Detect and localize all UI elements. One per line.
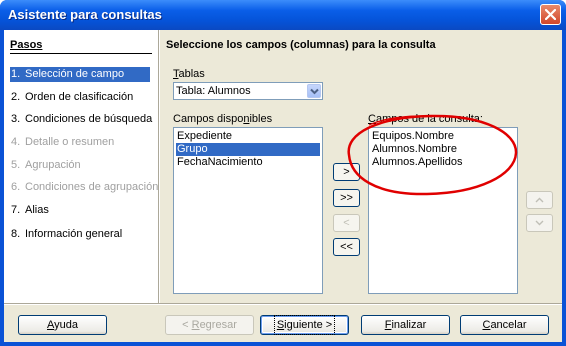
step-label: Alias bbox=[25, 204, 49, 216]
query-wizard-window: Asistente para consultas Pasos 1. Selecci… bbox=[0, 0, 566, 346]
step-label: Información general bbox=[25, 228, 123, 240]
step-item-detail-summary: 4. Detalle o resumen bbox=[10, 135, 150, 150]
step-item-field-selection[interactable]: 1. Selección de campo bbox=[10, 67, 150, 82]
step-item-sort-order[interactable]: 2. Orden de clasificación bbox=[10, 90, 150, 105]
dialog-body: Pasos 1. Selección de campo 2. Orden de cl… bbox=[4, 30, 562, 342]
step-item-aliases[interactable]: 7. Alias bbox=[10, 203, 150, 218]
finish-button[interactable]: Finalizar bbox=[361, 315, 450, 335]
step-label: Condiciones de agrupación bbox=[25, 181, 159, 193]
step-number: 7. bbox=[11, 204, 21, 216]
step-item-search-conditions[interactable]: 3. Condiciones de búsqueda bbox=[10, 112, 153, 127]
available-fields-list[interactable]: Expediente Grupo FechaNacimiento bbox=[173, 127, 323, 294]
remove-field-button[interactable]: < bbox=[333, 214, 360, 232]
step-item-grouping: 5. Agrupación bbox=[10, 158, 150, 173]
remove-all-fields-button[interactable]: << bbox=[333, 238, 360, 256]
step-label: Agrupación bbox=[25, 159, 81, 171]
tables-label: Tablas bbox=[173, 68, 205, 80]
list-item-equipos-nombre[interactable]: Equipos.Nombre bbox=[371, 130, 515, 143]
add-field-button[interactable]: > bbox=[333, 163, 360, 181]
step-number: 6. bbox=[11, 181, 21, 193]
tables-dropdown-value: Tabla: Alumnos bbox=[176, 85, 251, 97]
step-item-grouping-conditions: 6. Condiciones de agrupación bbox=[10, 180, 158, 195]
footer-divider bbox=[4, 303, 562, 305]
available-fields-label: Campos disponibles bbox=[173, 113, 273, 125]
window-title: Asistente para consultas bbox=[8, 7, 162, 22]
next-button[interactable]: Siguiente > bbox=[260, 315, 349, 335]
arrow-down-icon bbox=[535, 220, 544, 226]
step-number: 2. bbox=[11, 91, 21, 103]
move-down-button[interactable] bbox=[526, 214, 553, 232]
list-item-alumnos-apellidos[interactable]: Alumnos.Apellidos bbox=[371, 156, 515, 169]
dropdown-button[interactable] bbox=[307, 84, 321, 98]
chevron-down-icon bbox=[310, 88, 319, 95]
step-number: 8. bbox=[11, 228, 21, 240]
list-item-fechanacimiento[interactable]: FechaNacimiento bbox=[176, 156, 320, 169]
step-label: Detalle o resumen bbox=[25, 136, 115, 148]
arrow-up-icon bbox=[535, 197, 544, 203]
steps-divider bbox=[10, 53, 152, 54]
step-number: 3. bbox=[11, 113, 21, 125]
close-button[interactable] bbox=[540, 4, 561, 25]
panel-divider bbox=[158, 30, 160, 303]
help-button[interactable]: Ayuda bbox=[18, 315, 107, 335]
steps-title: Pasos bbox=[10, 39, 43, 51]
query-fields-label: Campos de la consulta: bbox=[368, 113, 483, 125]
step-number: 1. bbox=[11, 68, 21, 80]
step-item-overview[interactable]: 8. Información general bbox=[10, 227, 150, 242]
step-label: Selección de campo bbox=[25, 68, 125, 80]
move-up-button[interactable] bbox=[526, 191, 553, 209]
add-all-fields-button[interactable]: >> bbox=[333, 189, 360, 207]
close-icon bbox=[545, 9, 556, 20]
step-label: Orden de clasificación bbox=[25, 91, 134, 103]
list-item-grupo[interactable]: Grupo bbox=[176, 143, 320, 156]
page-heading: Seleccione los campos (columnas) para la… bbox=[166, 39, 436, 51]
list-item-alumnos-nombre[interactable]: Alumnos.Nombre bbox=[371, 143, 515, 156]
steps-panel: Pasos 1. Selección de campo 2. Orden de cl… bbox=[4, 30, 158, 303]
back-button[interactable]: < Regresar bbox=[165, 315, 254, 335]
cancel-button[interactable]: Cancelar bbox=[460, 315, 549, 335]
step-number: 5. bbox=[11, 159, 21, 171]
list-item-expediente[interactable]: Expediente bbox=[176, 130, 320, 143]
title-bar[interactable]: Asistente para consultas bbox=[0, 0, 566, 30]
step-number: 4. bbox=[11, 136, 21, 148]
step-label: Condiciones de búsqueda bbox=[25, 113, 153, 125]
query-fields-list[interactable]: Equipos.Nombre Alumnos.Nombre Alumnos.Ap… bbox=[368, 127, 518, 294]
tables-dropdown[interactable]: Tabla: Alumnos bbox=[173, 82, 323, 100]
